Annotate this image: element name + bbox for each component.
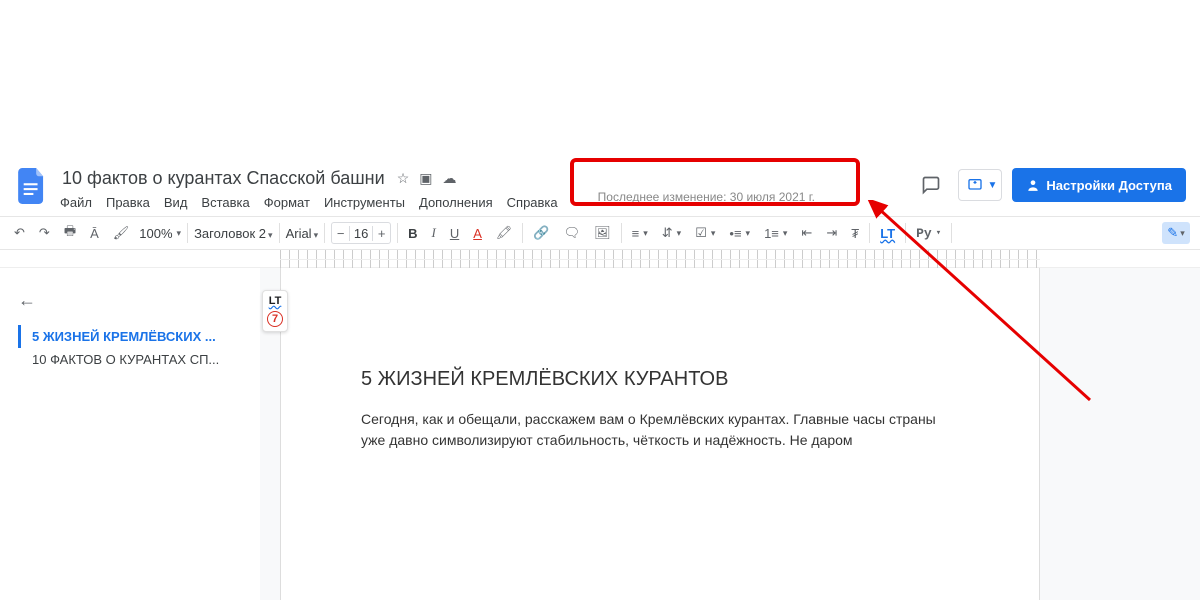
annotation-box [570,158,860,206]
outline-collapse-icon[interactable]: ← [18,290,244,311]
fontsize-minus[interactable]: − [332,226,350,241]
docs-logo[interactable] [14,168,50,204]
checklist-button[interactable]: ☑ [691,221,719,245]
lt-error-count[interactable]: 7 [267,311,283,327]
spellcheck-button[interactable]: Ā [86,222,103,245]
comments-icon[interactable] [914,168,948,202]
share-button[interactable]: Настройки Доступа [1012,168,1186,202]
align-button[interactable]: ≡ [628,222,652,245]
outline-panel: ← 5 ЖИЗНЕЙ КРЕМЛЁВСКИХ ... 10 ФАКТОВ О К… [0,268,260,600]
italic-button[interactable]: I [428,221,440,245]
highlight-button[interactable]: 🖍 [492,221,517,245]
document-title[interactable]: 10 фактов о курантах Спасской башни [58,166,389,191]
share-label: Настройки Доступа [1046,178,1172,193]
title-block: 10 фактов о курантах Спасской башни ☆ ▣ … [58,166,560,210]
star-icon[interactable]: ☆ [397,170,410,187]
add-comment-button[interactable]: 🗨 [560,221,585,245]
font-size-stepper[interactable]: − 16 + [331,222,391,244]
move-icon[interactable]: ▣ [419,170,432,187]
underline-button[interactable]: U [446,222,463,245]
chevron-down-icon: ▼ [987,180,997,191]
menu-format[interactable]: Формат [264,195,310,210]
lt-logo-icon: LT [265,295,285,307]
languagetool-widget[interactable]: LT 7 [262,290,288,332]
menu-view[interactable]: Вид [164,195,188,210]
line-spacing-button[interactable]: ⇵ [658,221,685,245]
fontsize-value[interactable]: 16 [350,226,372,241]
redo-button[interactable]: ↷ [35,221,54,245]
outline-item-0[interactable]: 5 ЖИЗНЕЙ КРЕМЛЁВСКИХ ... [18,325,244,348]
annotation-arrow-icon [860,200,1120,430]
insert-image-button[interactable]: 🖼 [590,221,615,245]
blank-top [0,0,1200,160]
editing-mode-button[interactable]: ✎ [1162,222,1190,244]
numbered-list-button[interactable]: 1≡ [760,222,791,245]
bulleted-list-button[interactable]: •≡ [725,222,754,245]
style-select[interactable]: Заголовок 2 [194,226,273,241]
menu-edit[interactable]: Правка [106,195,150,210]
header-right: ▼ Настройки Доступа [914,168,1186,202]
text-color-button[interactable]: A [469,222,486,245]
indent-button[interactable]: ⇥ [822,221,841,245]
zoom-select[interactable]: 100% [139,226,181,241]
menu-bar: Файл Правка Вид Вставка Формат Инструмен… [58,191,560,210]
undo-button[interactable]: ↶ [10,221,29,245]
menu-help[interactable]: Справка [507,195,558,210]
bold-button[interactable]: B [404,222,421,245]
font-select[interactable]: Arial [286,226,319,241]
cloud-saved-icon: ☁ [442,170,456,187]
insert-link-button[interactable]: 🔗 [529,221,553,245]
present-button[interactable]: ▼ [958,169,1002,201]
menu-file[interactable]: Файл [60,195,92,210]
menu-insert[interactable]: Вставка [201,195,249,210]
print-button[interactable]: 🖶 [60,218,80,248]
outdent-button[interactable]: ⇤ [797,221,816,245]
menu-tools[interactable]: Инструменты [324,195,405,210]
fontsize-plus[interactable]: + [372,226,390,241]
menu-addons[interactable]: Дополнения [419,195,493,210]
outline-item-1[interactable]: 10 ФАКТОВ О КУРАНТАХ СП... [18,348,244,371]
paint-format-button[interactable]: 🖌 [109,221,134,245]
